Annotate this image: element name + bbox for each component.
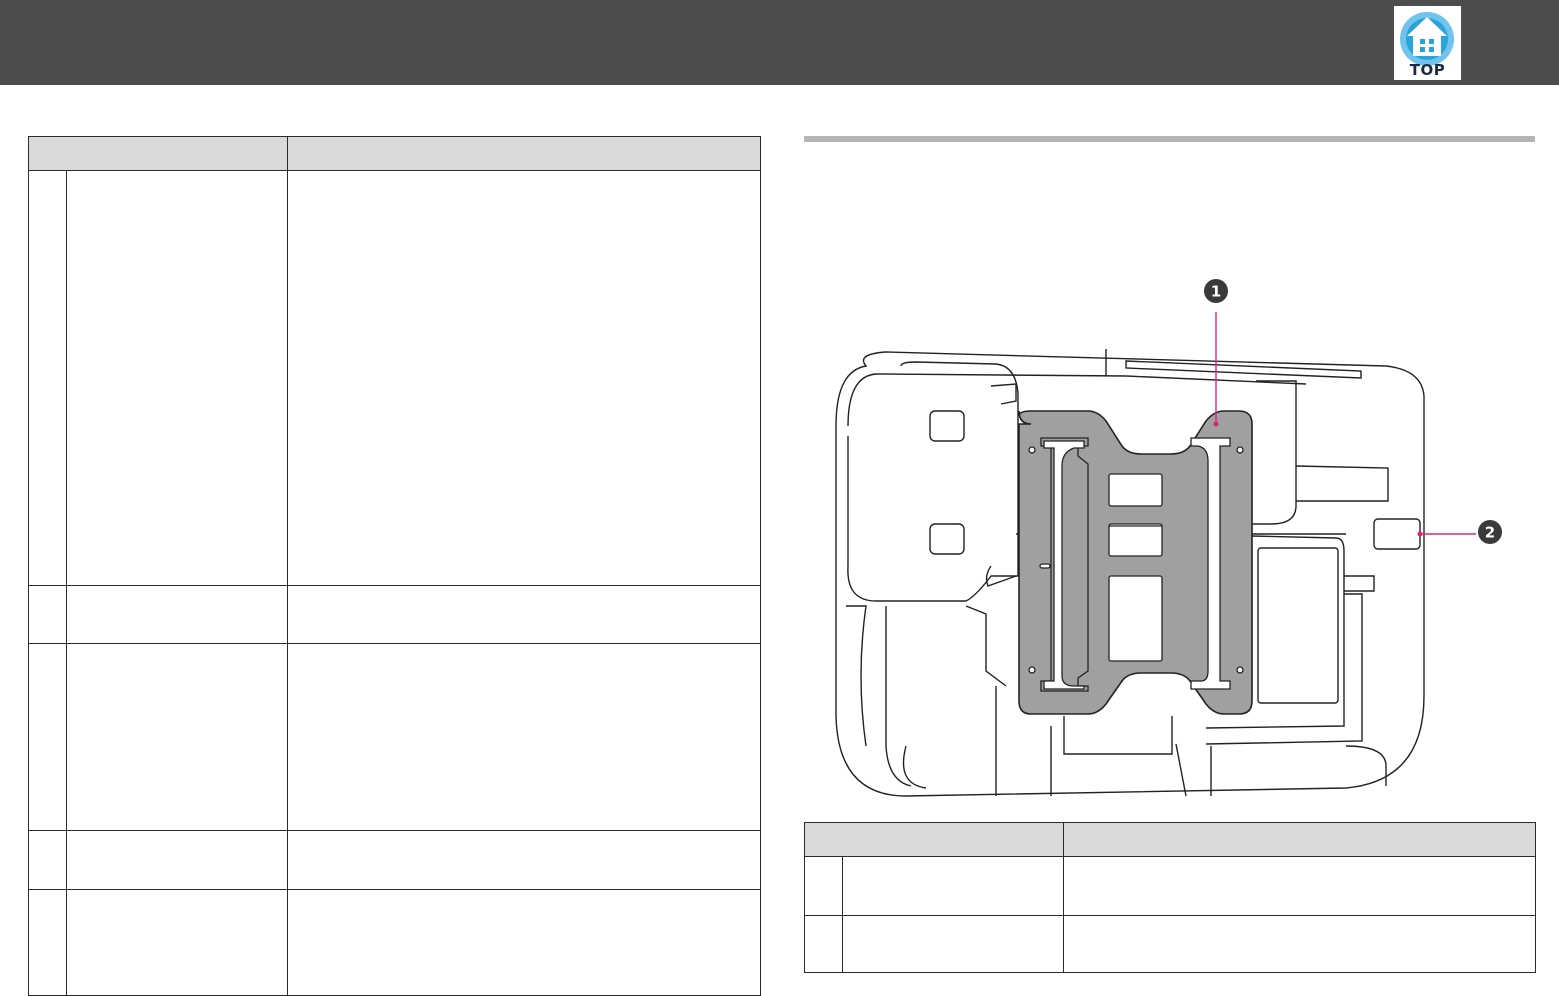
row-number: [28, 585, 67, 644]
header-bar: [0, 0, 1559, 85]
row-number: [28, 170, 67, 586]
column-header-name: [28, 136, 288, 171]
table-row: [28, 889, 761, 996]
row-number: [28, 889, 67, 996]
row-number: [28, 830, 67, 890]
right-parts-table: [804, 822, 1536, 973]
row-description: [287, 830, 761, 890]
top-page-link[interactable]: TOP: [1394, 6, 1461, 80]
row-name: [842, 856, 1064, 916]
section-divider: [804, 136, 1535, 142]
row-description: [1063, 856, 1536, 916]
column-header-function: [1063, 822, 1536, 857]
row-description: [287, 170, 761, 586]
table-row: [28, 643, 761, 831]
table-row: [28, 170, 761, 586]
callout-2: 2: [1417, 520, 1502, 544]
row-description: [1063, 915, 1536, 973]
left-parts-table: [28, 136, 761, 996]
row-name: [66, 889, 288, 996]
row-name: [66, 585, 288, 644]
row-number: [804, 915, 843, 973]
callout-2-number: 2: [1485, 524, 1495, 542]
row-description: [287, 889, 761, 996]
projector-bottom-illustration: 1 2: [835, 279, 1502, 797]
table-row: [804, 856, 1536, 916]
projector-bottom-figure: 1 2: [826, 276, 1516, 806]
table-row: [28, 585, 761, 644]
callout-1: 1: [1204, 279, 1228, 427]
row-name: [66, 643, 288, 831]
row-name: [842, 915, 1064, 973]
table-row: [804, 915, 1536, 973]
row-number: [28, 643, 67, 831]
callout-1-number: 1: [1211, 283, 1221, 301]
row-name: [66, 830, 288, 890]
column-header-name: [804, 822, 1064, 857]
table-row: [28, 830, 761, 890]
row-number: [804, 856, 843, 916]
column-header-function: [287, 136, 761, 171]
row-description: [287, 585, 761, 644]
top-label: TOP: [1409, 61, 1446, 79]
row-name: [66, 170, 288, 586]
row-description: [287, 643, 761, 831]
